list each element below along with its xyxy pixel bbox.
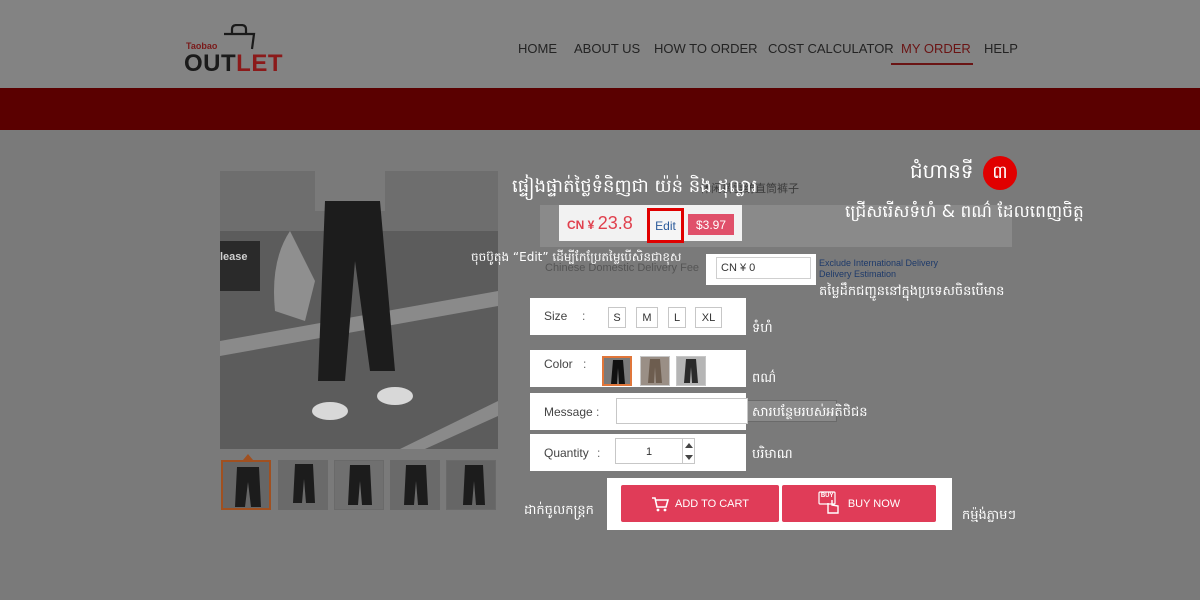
nav-help[interactable]: HELP [984,41,1018,56]
annotation-quantity: បរិមាណ [752,447,793,462]
annotation-edit-hint: ចុចប៊ូតុង “Edit” ដើម្បីកែប្រែតម្លៃបើសិនជ… [471,250,682,264]
nav-how-to-order[interactable]: HOW TO ORDER [654,41,758,56]
buy-icon-text: BUY [820,492,834,499]
shipping-note-2: Delivery Estimation [819,269,897,279]
quantity-panel: Quantity : 1 [530,434,746,471]
price-cny: CN ¥ 23.8 [567,213,633,233]
annotation-size: ទំហំ [752,321,773,336]
annotation-step-label: ជំហានទី [910,159,974,183]
nav-active-underline [891,63,973,65]
annotation-add-to-cart: ដាក់ចូលកន្ត្រក [524,503,594,518]
quantity-stepper[interactable] [683,438,695,464]
color-colon: : [583,357,587,371]
nav-about-us[interactable]: ABOUT US [574,41,640,56]
message-label: Message [544,405,593,419]
annotation-buy-now: កម្ម៉ង់ភ្លាមៗ [962,508,1016,523]
add-to-cart-label: ADD TO CART [675,497,749,510]
shipping-panel: CN ¥ 0 [706,254,816,285]
size-panel: Size : S M L XL [530,298,746,335]
site-header: Taobao OUTLET HOME ABOUT US HOW TO ORDER… [0,0,1200,88]
message-input[interactable] [616,398,748,424]
quantity-input[interactable]: 1 [615,438,683,464]
main-image-sign-text: lease [220,251,248,263]
shopping-bag-icon [224,24,256,50]
thumbnail-2[interactable] [278,460,328,510]
nav-cost-calculator[interactable]: COST CALCULATOR [768,41,894,56]
size-option-m[interactable]: M [636,307,658,328]
logo-main-text: OUTLET [184,50,283,77]
size-option-s[interactable]: S [608,307,626,328]
size-label: Size [544,309,568,323]
thumbnail-5[interactable] [446,460,496,510]
color-option-1[interactable] [602,356,632,386]
nav-my-order[interactable]: MY ORDER [901,41,971,56]
thumbnail-1[interactable] [221,460,271,510]
thumbnail-3[interactable] [334,460,384,510]
page-banner [0,88,1200,130]
color-panel: Color : [530,350,746,387]
quantity-label: Quantity [544,446,589,460]
domestic-shipping-input[interactable]: CN ¥ 0 [716,257,811,279]
size-colon: : [582,309,586,323]
message-panel: Message : [530,393,748,430]
annotation-message: សារបន្ថែមរបស់អតិថិជន [752,405,868,420]
color-option-3[interactable] [676,356,706,386]
edit-price-button[interactable]: Edit [647,208,684,243]
thumbnail-4[interactable] [390,460,440,510]
cart-icon [652,496,670,511]
step-number-badge: ៣ [983,156,1017,190]
message-colon: : [596,405,600,419]
color-option-2[interactable] [640,356,670,386]
size-option-xl[interactable]: XL [695,307,722,328]
product-main-image: lease [220,171,498,449]
site-logo[interactable]: Taobao OUTLET [184,24,283,77]
buy-now-button[interactable]: BUY BUY NOW [782,485,936,522]
annotation-price-check: ផ្ទៀងផ្ទាត់ថ្លៃទំនិញជា យ៉ន់ និង ដុល្លារ [512,176,758,197]
cart-panel: ADD TO CART BUY BUY NOW [607,478,952,530]
chevron-down-icon[interactable] [685,455,693,460]
annotation-shipping: តម្លៃដឹកជញ្ជូននៅក្នុងប្រទេសចិនបើមាន [819,284,1005,299]
annotation-step-description: ជ្រើសរើសទំហំ & ពណ៌ ដែលពេញចិត្ត [845,202,1084,222]
price-panel: CN ¥ 23.8 Edit $3.97 [559,205,742,243]
shipping-note-1: Exclude International Delivery [819,258,939,268]
quantity-colon: : [597,446,601,460]
annotation-color: ពណ៌ [752,371,777,386]
buy-now-label: BUY NOW [847,497,901,510]
color-label: Color [544,357,573,371]
buy-hand-icon: BUY [818,490,842,517]
size-option-l[interactable]: L [668,307,686,328]
price-usd-badge: $3.97 [688,214,734,235]
add-to-cart-button[interactable]: ADD TO CART [621,485,779,522]
chevron-up-icon[interactable] [685,443,693,448]
nav-home[interactable]: HOME [518,41,557,56]
